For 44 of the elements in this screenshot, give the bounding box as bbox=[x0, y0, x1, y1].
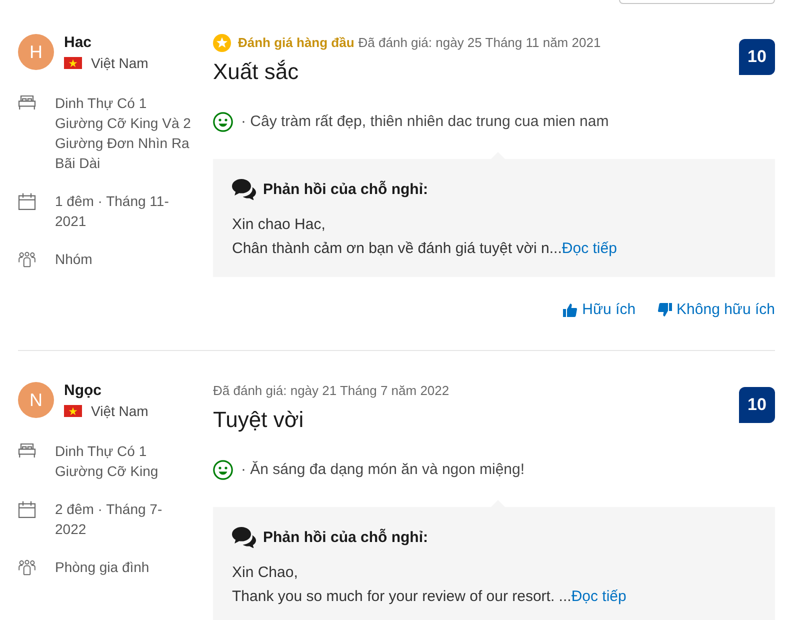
bed-icon bbox=[18, 443, 36, 458]
dropdown-field[interactable] bbox=[619, 0, 775, 4]
read-more-link[interactable]: Đọc tiếp bbox=[562, 240, 617, 257]
review-title: Tuyệt vời bbox=[213, 406, 305, 434]
score-badge: 10 bbox=[739, 387, 775, 423]
review-date: Đã đánh giá: ngày 21 Tháng 7 năm 2022 bbox=[213, 382, 450, 400]
smiley-icon bbox=[213, 460, 233, 480]
stay-detail: Dinh Thự Có 1 Giường Cỡ King Và 2 Giường Đơn Nhìn Ra Bãi Dài bbox=[55, 94, 191, 173]
response-heading: Phản hồi của chỗ nghỉ: bbox=[263, 528, 428, 548]
response-heading: Phản hồi của chỗ nghỉ: bbox=[263, 180, 428, 200]
score-badge: 10 bbox=[739, 39, 775, 75]
stay-detail: 2 đêm · Tháng 7-2022 bbox=[55, 500, 164, 539]
reviewer-name: Hac bbox=[64, 33, 93, 53]
not-helpful-button[interactable]: Không hữu ích bbox=[658, 300, 775, 320]
country-name: Việt Nam bbox=[91, 54, 148, 73]
flag-icon bbox=[64, 405, 82, 417]
people-icon bbox=[18, 559, 36, 576]
response-text: Xin chao Hac, Chân thành cảm ơn bạn về đánh giá tuyệt vời n...Đọc tiếp bbox=[232, 215, 618, 259]
avatar: H bbox=[18, 34, 54, 70]
stay-detail: 1 đêm · Tháng 11-2021 bbox=[55, 192, 170, 231]
review-comment: · Ăn sáng đa dạng món ăn và ngon miệng! bbox=[241, 460, 525, 480]
read-more-link[interactable]: Đọc tiếp bbox=[571, 588, 626, 605]
country-name: Việt Nam bbox=[91, 402, 148, 421]
avatar: N bbox=[18, 382, 54, 418]
smiley-icon bbox=[213, 112, 233, 132]
bed-icon bbox=[18, 95, 36, 110]
thumbs-down-icon bbox=[658, 303, 672, 317]
review-title: Xuất sắc bbox=[213, 58, 300, 86]
calendar-icon bbox=[18, 501, 36, 518]
helpful-button[interactable]: Hữu ích bbox=[563, 300, 636, 320]
chat-icon bbox=[232, 527, 256, 548]
top-review-label: Đánh giá hàng đầu bbox=[238, 34, 354, 52]
calendar-icon bbox=[18, 193, 36, 210]
response-text: Xin Chao, Thank you so much for your review of our resort. ...Đọc tiếp bbox=[232, 563, 628, 607]
review-comment: · Cây tràm rất đẹp, thiên nhiên dac trung cua mien nam bbox=[241, 112, 609, 132]
flag-icon bbox=[64, 57, 82, 69]
thumbs-up-icon bbox=[563, 303, 578, 317]
stay-detail: Dinh Thự Có 1 Giường Cỡ King bbox=[55, 442, 160, 481]
chat-icon bbox=[232, 179, 256, 200]
people-icon bbox=[18, 251, 36, 268]
review-date: Đã đánh giá: ngày 25 Tháng 11 năm 2021 bbox=[358, 34, 601, 52]
stay-detail: Phòng gia đình bbox=[55, 558, 150, 577]
stay-detail: Nhóm bbox=[55, 250, 94, 269]
reviewer-name: Ngọc bbox=[64, 381, 102, 401]
